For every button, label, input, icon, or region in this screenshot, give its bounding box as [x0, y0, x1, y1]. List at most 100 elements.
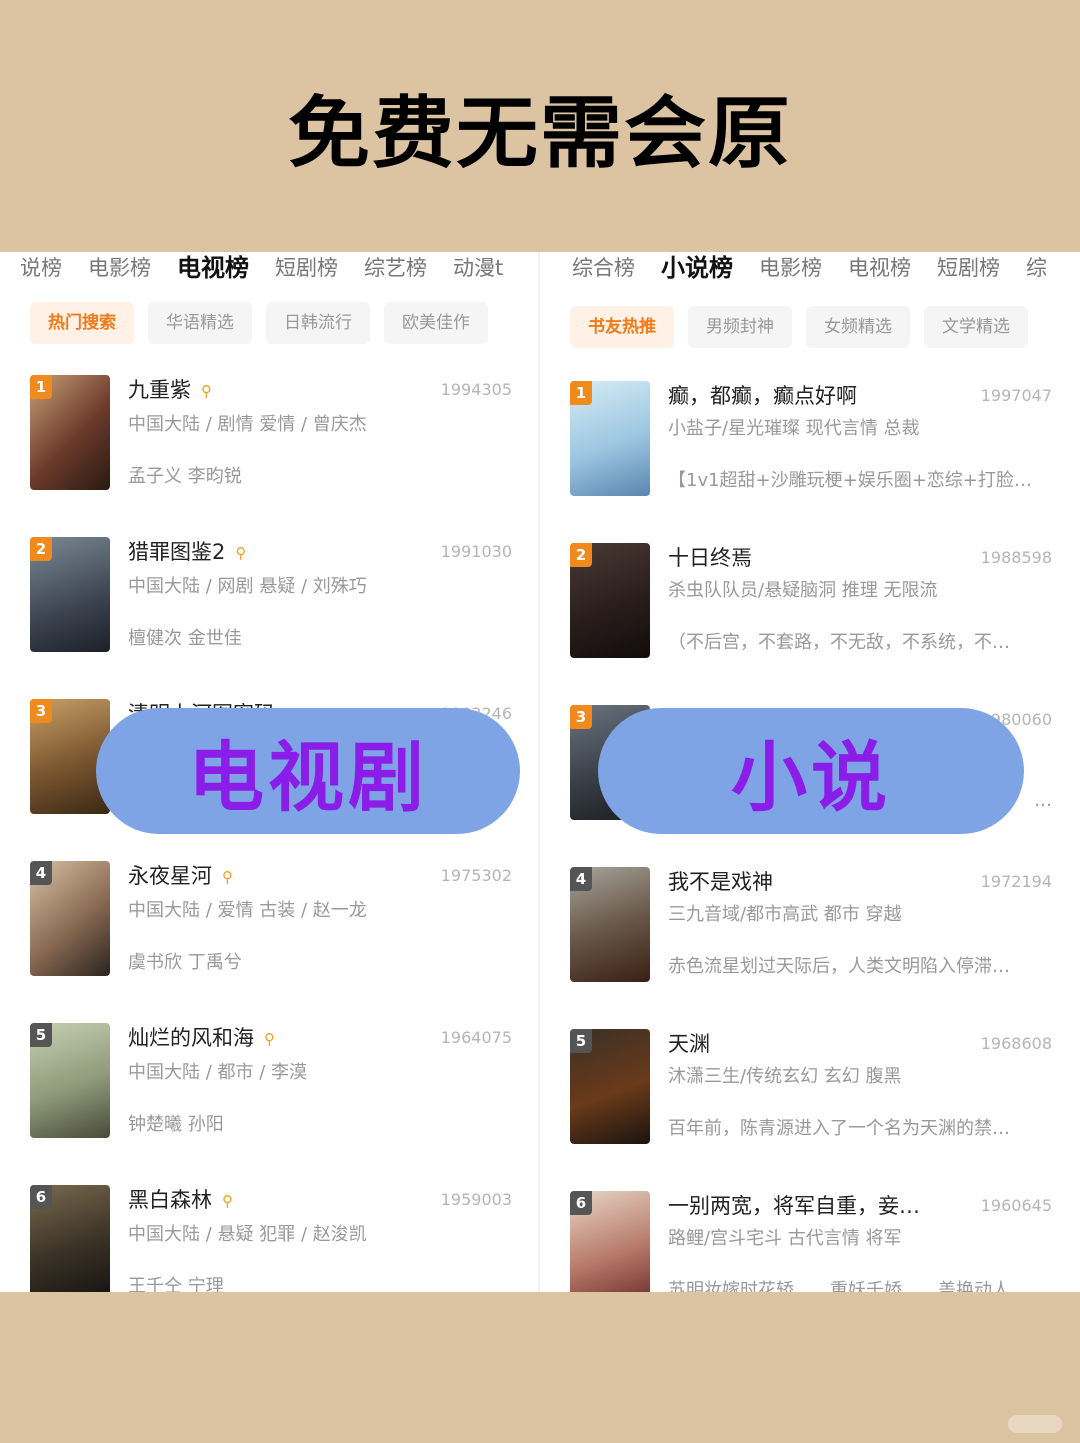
- item-title: 一别两宽，将军自重，妾…: [668, 1194, 920, 1218]
- headline-text: 免费无需会原: [287, 88, 792, 179]
- tab-item[interactable]: 综合榜: [572, 252, 635, 288]
- item-count: 1975302: [440, 866, 512, 885]
- novel-label: 小说: [731, 733, 891, 822]
- list-item[interactable]: 6 一别两宽，将军自重，妾… 1960645 路鲤/宫斗宅斗 古代言情 将军 苏…: [540, 1182, 1080, 1292]
- item-synopsis: …: [1034, 790, 1052, 811]
- watermark: [1008, 1415, 1062, 1433]
- list-item[interactable]: 4 我不是戏神 1972194 三九音域/都市高武 都市 穿越 赤色流星划过天际…: [540, 858, 1080, 988]
- item-synopsis: （不后宫，不套路，不无敌，不系统，不…: [668, 632, 1010, 653]
- item-count: 1994305: [440, 380, 512, 399]
- rank-badge: 3: [30, 699, 52, 723]
- list-item[interactable]: 5 灿烂的风和海 ⚲ 1964075 中国大陆 / 都市 / 李漠 钟楚曦 孙阳: [0, 1020, 540, 1150]
- item-meta: 杀虫队队员/悬疑脑洞 推理 无限流: [668, 580, 938, 601]
- item-title: 癫，都癫，癫点好啊: [668, 384, 857, 408]
- item-synopsis: 赤色流星划过天际后，人类文明陷入停滞…: [668, 956, 1010, 977]
- rank-badge: 2: [30, 537, 52, 561]
- rank-badge: 3: [570, 705, 592, 729]
- poster-image: 2: [30, 537, 110, 652]
- rank-badge: 5: [570, 1029, 592, 1053]
- item-title: 天渊: [668, 1032, 710, 1056]
- filter-chips: 热门搜索 华语精选 日韩流行 欧美佳作: [30, 302, 502, 344]
- rank-badge: 5: [30, 1023, 52, 1047]
- chip[interactable]: 文学精选: [924, 306, 1028, 348]
- chip[interactable]: 欧美佳作: [384, 302, 488, 344]
- item-cast: 王千仝 宁理: [128, 1276, 224, 1292]
- list-item[interactable]: 5 天渊 1968608 沐潇三生/传统玄幻 玄幻 腹黑 百年前，陈青源进入了一…: [540, 1020, 1080, 1150]
- list-item[interactable]: 1 九重紫 ⚲ 1994305 中国大陆 / 剧情 爱情 / 曾庆杰 孟子义 李昀…: [0, 372, 540, 502]
- item-meta: 中国大陆 / 网剧 悬疑 / 刘殊巧: [128, 576, 367, 597]
- chip-active[interactable]: 热门搜索: [30, 302, 134, 344]
- novel-label-pill: 小说: [598, 708, 1024, 834]
- tab-bar: 说榜 电影榜 电视榜 短剧榜 综艺榜 动漫t: [20, 252, 529, 288]
- tab-item[interactable]: 动漫t: [453, 252, 503, 288]
- tab-bar: 综合榜 小说榜 电影榜 电视榜 短剧榜 综: [572, 252, 1073, 288]
- item-count: 1959003: [440, 1190, 512, 1209]
- item-meta: 中国大陆 / 爱情 古装 / 赵一龙: [128, 900, 367, 921]
- rank-badge: 4: [30, 861, 52, 885]
- item-meta: 中国大陆 / 都市 / 李漠: [128, 1062, 308, 1083]
- list-item[interactable]: 2 猎罪图鉴2 ⚲ 1991030 中国大陆 / 网剧 悬疑 / 刘殊巧 檀健次 …: [0, 534, 540, 664]
- search-icon[interactable]: ⚲: [222, 1192, 233, 1210]
- item-cast: 虞书欣 丁禹兮: [128, 952, 242, 973]
- item-cast: 檀健次 金世佳: [128, 628, 242, 649]
- tab-item-active[interactable]: 电视榜: [177, 252, 249, 288]
- item-count: 1972194: [980, 872, 1052, 891]
- item-meta: 路鲤/宫斗宅斗 古代言情 将军: [668, 1228, 902, 1249]
- list-item[interactable]: 6 黑白森林 ⚲ 1959003 中国大陆 / 悬疑 犯罪 / 赵浚凯 王千仝 宁…: [0, 1182, 540, 1292]
- tab-item[interactable]: 电影榜: [88, 252, 151, 288]
- item-count: 1960645: [980, 1196, 1052, 1215]
- search-icon[interactable]: ⚲: [201, 382, 212, 400]
- item-meta: 沐潇三生/传统玄幻 玄幻 腹黑: [668, 1066, 902, 1087]
- book-cover: 2: [570, 543, 650, 658]
- tab-item[interactable]: 短剧榜: [937, 252, 1000, 288]
- item-synopsis: 百年前，陈青源进入了一个名为天渊的禁…: [668, 1118, 1010, 1139]
- item-cast: 钟楚曦 孙阳: [128, 1114, 224, 1135]
- search-icon[interactable]: ⚲: [235, 544, 246, 562]
- item-meta: 中国大陆 / 悬疑 犯罪 / 赵浚凯: [128, 1224, 367, 1245]
- item-title: 九重紫: [128, 378, 191, 402]
- list-item[interactable]: 1 癫，都癫，癫点好啊 1997047 小盐子/星光璀璨 现代言情 总裁 【1v…: [540, 372, 1080, 502]
- list-item[interactable]: 2 十日终焉 1988598 杀虫队队员/悬疑脑洞 推理 无限流 （不后宫，不套…: [540, 534, 1080, 664]
- tab-item[interactable]: 综艺榜: [364, 252, 427, 288]
- chip-active[interactable]: 书友热推: [570, 306, 674, 348]
- tab-item[interactable]: 综: [1026, 252, 1047, 288]
- chip[interactable]: 日韩流行: [266, 302, 370, 344]
- item-title: 灿烂的风和海: [128, 1026, 254, 1050]
- book-cover: 1: [570, 381, 650, 496]
- item-title: 我不是戏神: [668, 870, 773, 894]
- item-meta: 三九音域/都市高武 都市 穿越: [668, 904, 902, 925]
- filter-chips: 书友热推 男频封神 女频精选 文学精选: [570, 306, 1042, 348]
- chip[interactable]: 男频封神: [688, 306, 792, 348]
- tab-item[interactable]: 电视榜: [848, 252, 911, 288]
- tv-drama-label-pill: 电视剧: [96, 708, 520, 834]
- item-synopsis: 【1v1超甜+沙雕玩梗+娱乐圈+恋综+打脸…: [668, 470, 1032, 491]
- chip[interactable]: 华语精选: [148, 302, 252, 344]
- tab-item[interactable]: 电影榜: [759, 252, 822, 288]
- poster-image: 6: [30, 1185, 110, 1292]
- rank-badge: 2: [570, 543, 592, 567]
- item-meta: 中国大陆 / 剧情 爱情 / 曾庆杰: [128, 414, 367, 435]
- rank-badge: 1: [570, 381, 592, 405]
- tab-item[interactable]: 说榜: [20, 252, 62, 288]
- book-cover: 4: [570, 867, 650, 982]
- item-count: 1991030: [440, 542, 512, 561]
- tab-item[interactable]: 短剧榜: [275, 252, 338, 288]
- item-count: 1968608: [980, 1034, 1052, 1053]
- item-count: 1997047: [980, 386, 1052, 405]
- chip[interactable]: 女频精选: [806, 306, 910, 348]
- rank-badge: 6: [570, 1191, 592, 1215]
- item-synopsis: 苏明妆嫁时花轿，…重妖千娇…，盖换动人: [668, 1280, 1010, 1292]
- book-cover: 6: [570, 1191, 650, 1292]
- search-icon[interactable]: ⚲: [222, 868, 233, 886]
- rank-badge: 6: [30, 1185, 52, 1209]
- item-count: 1964075: [440, 1028, 512, 1047]
- list-item[interactable]: 4 永夜星河 ⚲ 1975302 中国大陆 / 爱情 古装 / 赵一龙 虞书欣 丁…: [0, 858, 540, 988]
- headline-banner: 免费无需会原: [0, 0, 1080, 252]
- rank-badge: 1: [30, 375, 52, 399]
- item-title: 永夜星河: [128, 864, 212, 888]
- search-icon[interactable]: ⚲: [264, 1030, 275, 1048]
- poster-image: 4: [30, 861, 110, 976]
- book-cover: 5: [570, 1029, 650, 1144]
- item-cast: 孟子义 李昀锐: [128, 466, 242, 487]
- tab-item-active[interactable]: 小说榜: [661, 252, 733, 288]
